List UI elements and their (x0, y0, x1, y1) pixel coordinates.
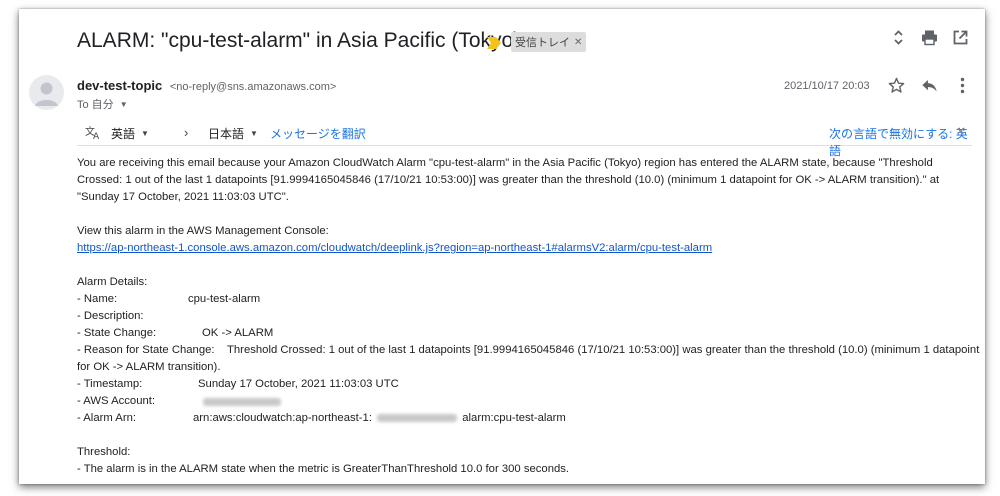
recipients-toggle[interactable]: To 自分 ▼ (77, 96, 128, 112)
svg-text:A: A (93, 132, 100, 140)
label-chip-text: 受信トレイ (515, 37, 570, 49)
target-language-select[interactable]: 日本語 ▼ (208, 125, 258, 142)
console-link[interactable]: https://ap-northeast-1.console.aws.amazo… (77, 242, 712, 254)
detail-row-account: - AWS Account: (77, 393, 977, 410)
sender-name[interactable]: dev-test-topic (77, 78, 162, 93)
threshold-header: Threshold: (77, 446, 131, 458)
chevron-down-icon: ▼ (250, 129, 258, 138)
detail-key: - Timestamp: (77, 378, 143, 390)
disable-translation-link[interactable]: 次の言語で無効にする: 英語 (829, 125, 972, 159)
subject-labels: 受信トレイ ✕ (487, 32, 587, 52)
message-actions (887, 76, 972, 95)
detail-value: for OK -> ALARM transition). (77, 361, 221, 373)
recipient-label: To 自分 (77, 99, 114, 111)
email-window: ALARM: "cpu-test-alarm" in Asia Pacific … (19, 9, 985, 484)
redacted-account-id (203, 398, 281, 406)
detail-key: - State Change: (77, 327, 157, 339)
detail-row-description: - Description: (77, 308, 977, 325)
translate-message-link[interactable]: メッセージを翻訳 (270, 125, 366, 142)
open-new-window-icon[interactable] (952, 29, 969, 46)
detail-value: Threshold Crossed: 1 out of the last 1 d… (227, 344, 980, 356)
email-subject: ALARM: "cpu-test-alarm" in Asia Pacific … (77, 29, 521, 52)
sender-email: <no-reply@sns.amazonaws.com> (169, 81, 337, 93)
intro-paragraph: You are receiving this email because you… (77, 157, 940, 203)
source-language-label: 英語 (111, 127, 136, 141)
message-body: You are receiving this email because you… (77, 155, 980, 478)
details-header: Alarm Details: (77, 276, 148, 288)
avatar-icon[interactable] (29, 75, 64, 110)
source-language-select[interactable]: 英語 ▼ (111, 125, 149, 142)
label-chip-inbox[interactable]: 受信トレイ ✕ (511, 32, 587, 52)
detail-row-name: - Name: cpu-test-alarm (77, 291, 977, 308)
more-vert-icon[interactable] (953, 76, 972, 95)
message-date: 2021/10/17 20:03 (784, 80, 870, 92)
detail-row-reason-cont: for OK -> ALARM transition). (77, 359, 977, 376)
detail-row-reason: - Reason for State Change: Threshold Cro… (77, 342, 980, 359)
important-marker-icon[interactable] (487, 36, 501, 49)
chevron-down-icon: ▼ (141, 129, 149, 138)
chevron-right-icon: › (184, 125, 189, 140)
star-icon[interactable] (887, 76, 906, 95)
expand-icon[interactable] (890, 29, 907, 46)
detail-value: arn:aws:cloudwatch:ap-northeast-1: alarm… (193, 410, 566, 427)
view-alarm-text: View this alarm in the AWS Management Co… (77, 225, 329, 237)
arn-prefix: arn:aws:cloudwatch:ap-northeast-1: (193, 412, 372, 424)
arn-suffix: alarm:cpu-test-alarm (462, 412, 566, 424)
detail-key: - AWS Account: (77, 395, 156, 407)
close-icon[interactable]: ✕ (956, 125, 965, 138)
detail-row-arn: - Alarm Arn: arn:aws:cloudwatch:ap-north… (77, 410, 977, 427)
detail-value: cpu-test-alarm (188, 293, 261, 305)
detail-key: - Name: (77, 293, 118, 305)
print-icon[interactable] (921, 29, 938, 46)
detail-key: - Reason for State Change: (77, 344, 215, 356)
detail-value: Sunday 17 October, 2021 11:03:03 UTC (198, 378, 399, 390)
chevron-down-icon[interactable]: ▼ (120, 100, 128, 109)
detail-key: - Description: (77, 310, 144, 322)
sender-line: dev-test-topic <no-reply@sns.amazonaws.c… (77, 78, 336, 93)
detail-row-state: - State Change: OK -> ALARM (77, 325, 977, 342)
header-actions (890, 29, 969, 46)
translate-bar: 文A 英語 ▼ › 日本語 ▼ メッセージを翻訳 次の言語で無効にする: 英語 … (77, 119, 972, 158)
redacted-account-id (377, 414, 458, 423)
threshold-line: - The alarm is in the ALARM state when t… (77, 463, 570, 475)
target-language-label: 日本語 (208, 127, 245, 141)
translate-icon: 文A (85, 125, 102, 140)
detail-row-timestamp: - Timestamp: Sunday 17 October, 2021 11:… (77, 376, 977, 393)
close-icon[interactable]: ✕ (574, 37, 582, 48)
detail-key: - Alarm Arn: (77, 412, 137, 424)
reply-icon[interactable] (920, 76, 939, 95)
detail-value: OK -> ALARM (202, 327, 274, 339)
